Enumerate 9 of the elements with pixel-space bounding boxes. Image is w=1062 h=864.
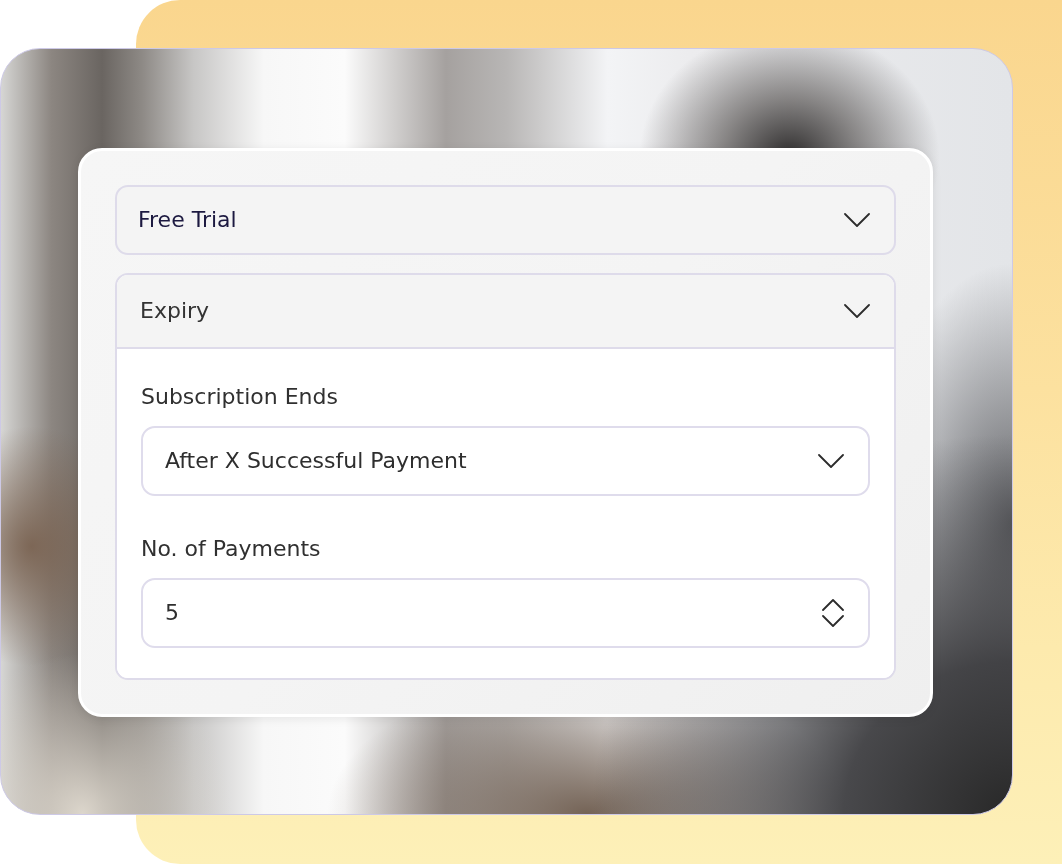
select-field[interactable]: After X Successful Payment (141, 426, 870, 496)
field-label: No. of Payments (141, 535, 321, 563)
chevron-down-icon (844, 213, 870, 227)
accordion-header[interactable]: Free Trial (115, 185, 896, 255)
field-label: Subscription Ends (141, 383, 338, 411)
number-field[interactable]: 5 (141, 578, 870, 648)
chevron-down-icon (818, 454, 844, 468)
chevron-down-icon (844, 304, 870, 318)
accordion-header[interactable]: Expiry (117, 275, 894, 349)
